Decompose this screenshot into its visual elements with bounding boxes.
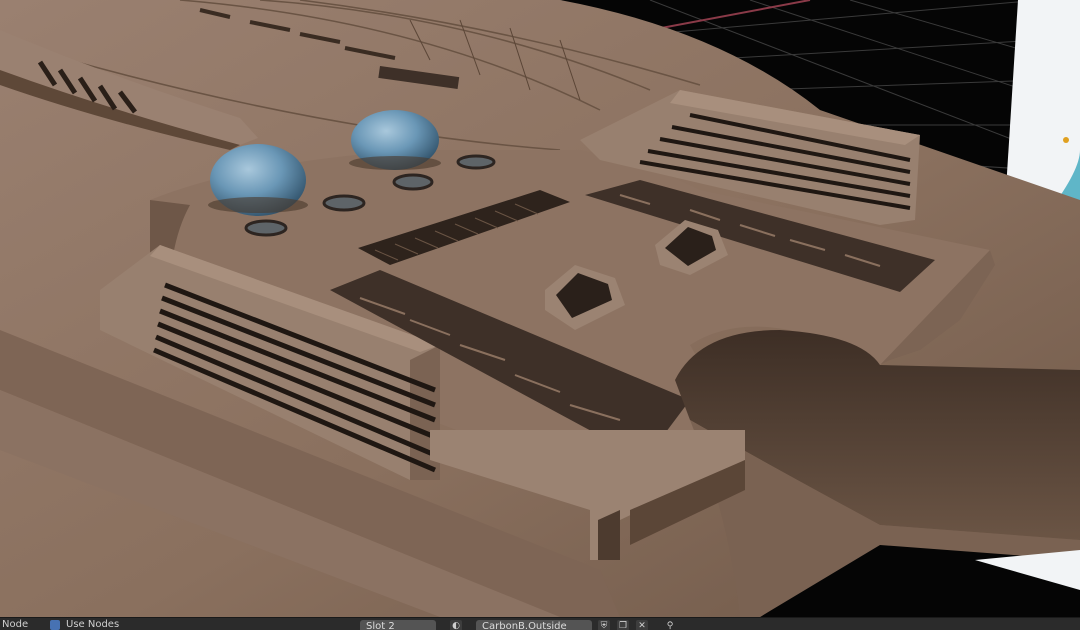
unlink-material-close-icon[interactable]: ✕ <box>636 620 648 630</box>
shader-editor-header: Node Use Nodes Slot 2 ◐ CarbonB.Outside … <box>0 617 1080 630</box>
slot-selector[interactable]: Slot 2 <box>360 620 436 630</box>
use-nodes-label: Use Nodes <box>66 619 120 630</box>
use-nodes-checkbox[interactable] <box>50 620 60 630</box>
material-name-field[interactable]: CarbonB.Outside <box>476 620 592 630</box>
node-menu[interactable]: Node <box>2 619 28 630</box>
material-sphere-icon[interactable]: ◐ <box>450 620 462 630</box>
pin-icon[interactable]: ⚲ <box>664 620 676 630</box>
3d-viewport[interactable] <box>0 0 1080 617</box>
render-image <box>0 0 1080 617</box>
fake-user-shield-icon[interactable]: ⛨ <box>598 620 610 630</box>
duplicate-material-icon[interactable]: ❐ <box>617 620 629 630</box>
